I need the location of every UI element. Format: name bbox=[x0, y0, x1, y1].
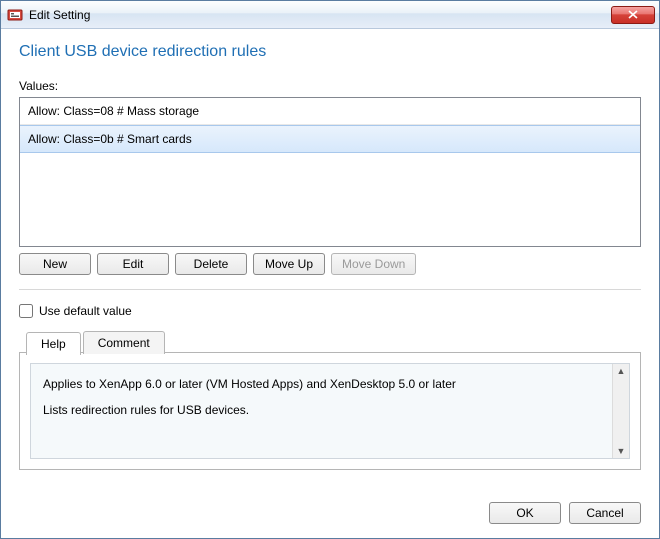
delete-button[interactable]: Delete bbox=[175, 253, 247, 275]
scroll-up-icon[interactable]: ▲ bbox=[613, 364, 629, 378]
window-title: Edit Setting bbox=[29, 8, 611, 22]
move-up-button[interactable]: Move Up bbox=[253, 253, 325, 275]
use-default-row[interactable]: Use default value bbox=[19, 304, 641, 318]
tabs-wrap: Help Comment Applies to XenApp 6.0 or la… bbox=[19, 352, 641, 470]
scroll-down-icon[interactable]: ▼ bbox=[613, 444, 629, 458]
tab-help[interactable]: Help bbox=[26, 332, 81, 355]
use-default-checkbox[interactable] bbox=[19, 304, 33, 318]
app-icon bbox=[7, 7, 23, 23]
cancel-button[interactable]: Cancel bbox=[569, 502, 641, 524]
values-label: Values: bbox=[19, 79, 641, 93]
move-down-button[interactable]: Move Down bbox=[331, 253, 416, 275]
list-item[interactable]: Allow: Class=0b # Smart cards bbox=[20, 125, 640, 153]
dialog-footer: OK Cancel bbox=[1, 490, 659, 538]
help-line: Applies to XenApp 6.0 or later (VM Hoste… bbox=[43, 374, 604, 394]
titlebar[interactable]: Edit Setting bbox=[1, 1, 659, 29]
tab-panel: Help Comment Applies to XenApp 6.0 or la… bbox=[19, 352, 641, 470]
help-line: Lists redirection rules for USB devices. bbox=[43, 400, 604, 420]
page-title: Client USB device redirection rules bbox=[19, 43, 641, 61]
close-button[interactable] bbox=[611, 6, 655, 24]
tabs-header: Help Comment bbox=[26, 331, 167, 354]
values-listbox[interactable]: Allow: Class=08 # Mass storage Allow: Cl… bbox=[19, 97, 641, 247]
help-text: Applies to XenApp 6.0 or later (VM Hoste… bbox=[43, 374, 604, 448]
tab-comment[interactable]: Comment bbox=[83, 331, 165, 354]
use-default-label: Use default value bbox=[39, 304, 132, 318]
help-tab-body: Applies to XenApp 6.0 or later (VM Hoste… bbox=[30, 363, 630, 459]
divider bbox=[19, 289, 641, 290]
ok-button[interactable]: OK bbox=[489, 502, 561, 524]
edit-button[interactable]: Edit bbox=[97, 253, 169, 275]
list-item[interactable]: Allow: Class=08 # Mass storage bbox=[20, 98, 640, 125]
new-button[interactable]: New bbox=[19, 253, 91, 275]
dialog-content: Client USB device redirection rules Valu… bbox=[1, 29, 659, 490]
scrollbar[interactable]: ▲ ▼ bbox=[612, 364, 629, 458]
window-frame: Edit Setting Client USB device redirecti… bbox=[0, 0, 660, 539]
list-button-row: New Edit Delete Move Up Move Down bbox=[19, 253, 641, 275]
